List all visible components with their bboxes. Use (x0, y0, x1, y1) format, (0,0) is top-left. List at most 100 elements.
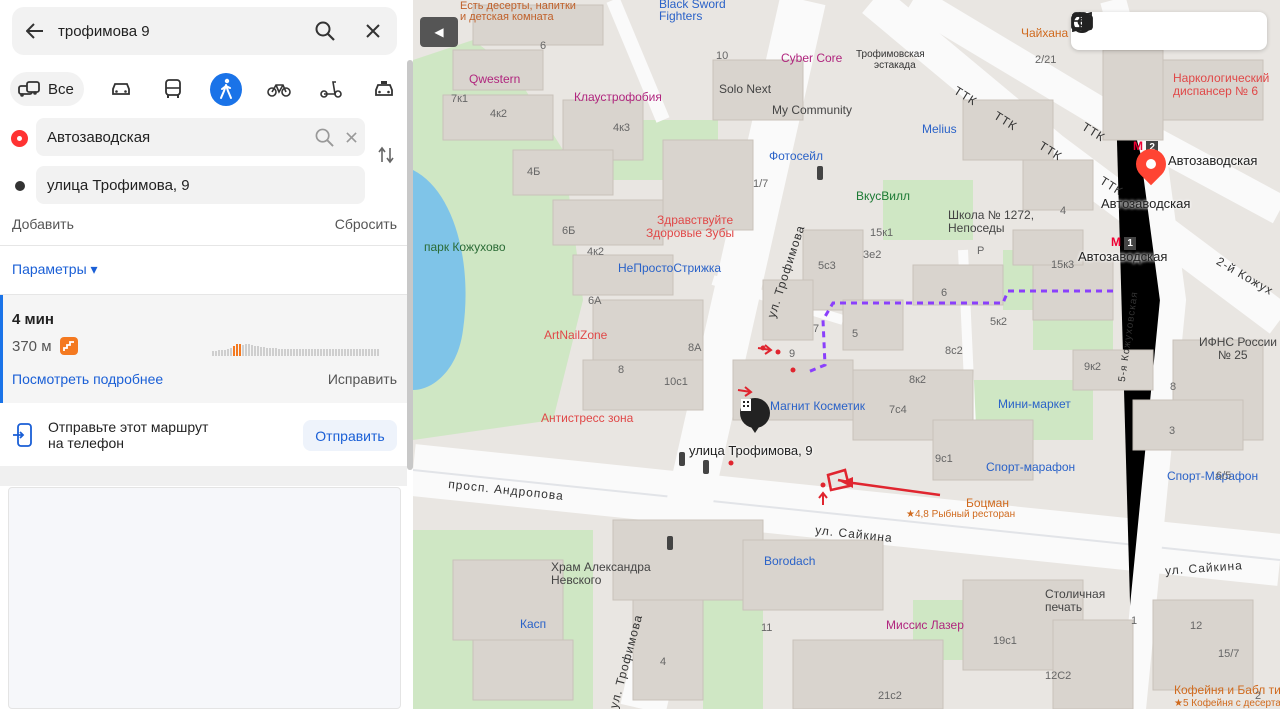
poi-label[interactable]: печать (1045, 601, 1082, 614)
metro-station-label[interactable]: Автозаводская (1078, 250, 1167, 263)
divider (0, 245, 407, 246)
poi-label[interactable]: Кофейня и Бабл ти (1174, 684, 1280, 697)
poi-label[interactable]: НеПростоСтрижка (618, 262, 721, 275)
panorama-button[interactable] (1072, 13, 1257, 45)
metro-station-label[interactable]: Автозаводская (1168, 154, 1257, 167)
poi-label[interactable]: Melius (922, 123, 957, 136)
poi-label[interactable]: Спорт-Марафон (1167, 470, 1258, 483)
mode-bike-button[interactable] (263, 73, 295, 106)
clear-search-button[interactable] (349, 7, 397, 55)
elevation-bar (335, 349, 337, 356)
poi-label[interactable]: Fighters (659, 10, 702, 23)
collapse-panel-button[interactable]: ◀ (420, 17, 458, 47)
elevation-bar (236, 344, 238, 356)
poi-label[interactable]: ArtNailZone (544, 329, 607, 342)
elevation-bar (251, 345, 253, 356)
poi-label[interactable]: диспансер № 6 (1173, 85, 1258, 98)
poi-label[interactable]: Миссис Лазер (886, 619, 964, 632)
to-field[interactable]: улица Трофимова, 9 (36, 166, 365, 204)
poi-label[interactable]: Магнит Косметик (770, 400, 865, 413)
mode-taxi-button[interactable] (368, 73, 400, 106)
search-bar: трофимова 9 (12, 7, 397, 55)
poi-label[interactable]: My Community (772, 104, 852, 117)
route-details-link[interactable]: Посмотреть подробнее (12, 371, 163, 387)
poi-label[interactable]: Мини-маркет (998, 398, 1071, 411)
elevation-bar (365, 349, 367, 356)
swap-points-button[interactable] (378, 146, 394, 169)
elevation-bar (311, 349, 313, 356)
poi-label[interactable]: Фотосейл (769, 150, 823, 163)
house-number: 15к3 (1051, 259, 1075, 271)
close-icon (366, 24, 380, 38)
poi-label[interactable]: Клаустрофобия (574, 91, 662, 104)
clear-from-icon[interactable] (346, 131, 357, 143)
park-label[interactable]: парк Кожухово (424, 241, 506, 254)
poi-label[interactable]: Касп (520, 618, 546, 631)
house-number: 4к2 (587, 246, 605, 258)
elevation-bar (227, 349, 229, 356)
back-button[interactable] (12, 7, 58, 55)
poi-label[interactable]: Borodach (764, 555, 815, 568)
poi-label[interactable]: Cyber Core (781, 52, 842, 65)
placeholder-card (8, 487, 401, 709)
route-panel: трофимова 9 Все Автозаводская улица Троф… (0, 0, 413, 709)
from-value: Автозаводская (47, 128, 151, 146)
route-params-button[interactable]: Параметры ▾ (12, 261, 98, 278)
route-actions: Добавить Сбросить (12, 216, 397, 232)
send-text-line2: на телефон (48, 435, 124, 451)
from-field[interactable]: Автозаводская (36, 118, 365, 156)
elevation-bar (305, 349, 307, 356)
elevation-bar (317, 349, 319, 356)
arrow-left-icon (26, 23, 43, 39)
destination-label[interactable]: улица Трофимова, 9 (689, 444, 813, 457)
elevation-bar (362, 349, 364, 356)
mode-walk-button[interactable] (210, 72, 242, 106)
add-point-button[interactable]: Добавить (12, 216, 74, 232)
poi-label[interactable]: Антистресс зона (541, 412, 633, 425)
route-option-card[interactable]: 4 мин 370 м Посмотреть подробнее Исправи… (0, 295, 407, 403)
start-place-label[interactable]: Автозаводская (1101, 197, 1190, 210)
poi-label[interactable]: Здоровые Зубы (646, 227, 734, 240)
poi-label[interactable]: и детская комната (460, 11, 554, 24)
map-book-button[interactable] (1072, 12, 1146, 45)
poi-label[interactable]: Спорт-марафон (986, 461, 1075, 474)
elevation-bar (212, 351, 214, 356)
house-number: 2 (1255, 690, 1262, 702)
mode-all-button[interactable]: Все (10, 72, 84, 106)
poi-label[interactable]: Чайхана (1021, 27, 1068, 40)
mode-bus-button[interactable] (158, 73, 190, 106)
map[interactable]: Есть десерты, напитки и детская комната … (413, 0, 1280, 709)
elevation-profile (212, 342, 380, 356)
poi-label[interactable]: Невского (551, 574, 601, 587)
house-number: 8с2 (945, 345, 963, 357)
elevation-bar (368, 349, 370, 356)
poi-label[interactable]: Непоседы (948, 222, 1005, 235)
house-number: 8 (618, 364, 625, 376)
poi-label[interactable]: № 25 (1218, 349, 1248, 362)
search-icon[interactable] (315, 128, 334, 147)
send-button[interactable]: Отправить (303, 420, 397, 451)
house-number: 15к1 (870, 227, 894, 239)
search-query[interactable]: трофимова 9 (58, 23, 301, 40)
mode-car-button[interactable] (105, 73, 137, 106)
destination-map-pin[interactable] (740, 398, 770, 433)
house-number: 11 (761, 622, 773, 634)
poi-label[interactable]: ВкусВилл (856, 190, 910, 203)
elevation-bar (242, 345, 244, 356)
house-number: 21с2 (878, 690, 902, 702)
house-number: 5 (852, 328, 859, 340)
house-number: 6Б (562, 225, 576, 237)
mode-scooter-button[interactable] (316, 73, 348, 106)
reset-route-button[interactable]: Сбросить (335, 216, 397, 232)
house-number: 6 (941, 287, 948, 299)
poi-label[interactable]: Solo Next (719, 83, 771, 96)
poi-label[interactable]: Qwestern (469, 73, 520, 86)
fix-route-button[interactable]: Исправить (328, 371, 397, 387)
search-button[interactable] (301, 7, 349, 55)
house-number: 12 (1190, 620, 1203, 632)
photo-button[interactable] (1071, 13, 1183, 45)
elevation-bar (260, 347, 262, 356)
elevation-bar (338, 349, 340, 356)
elevation-bar (374, 349, 376, 356)
transport-layer-button[interactable] (1072, 12, 1220, 45)
